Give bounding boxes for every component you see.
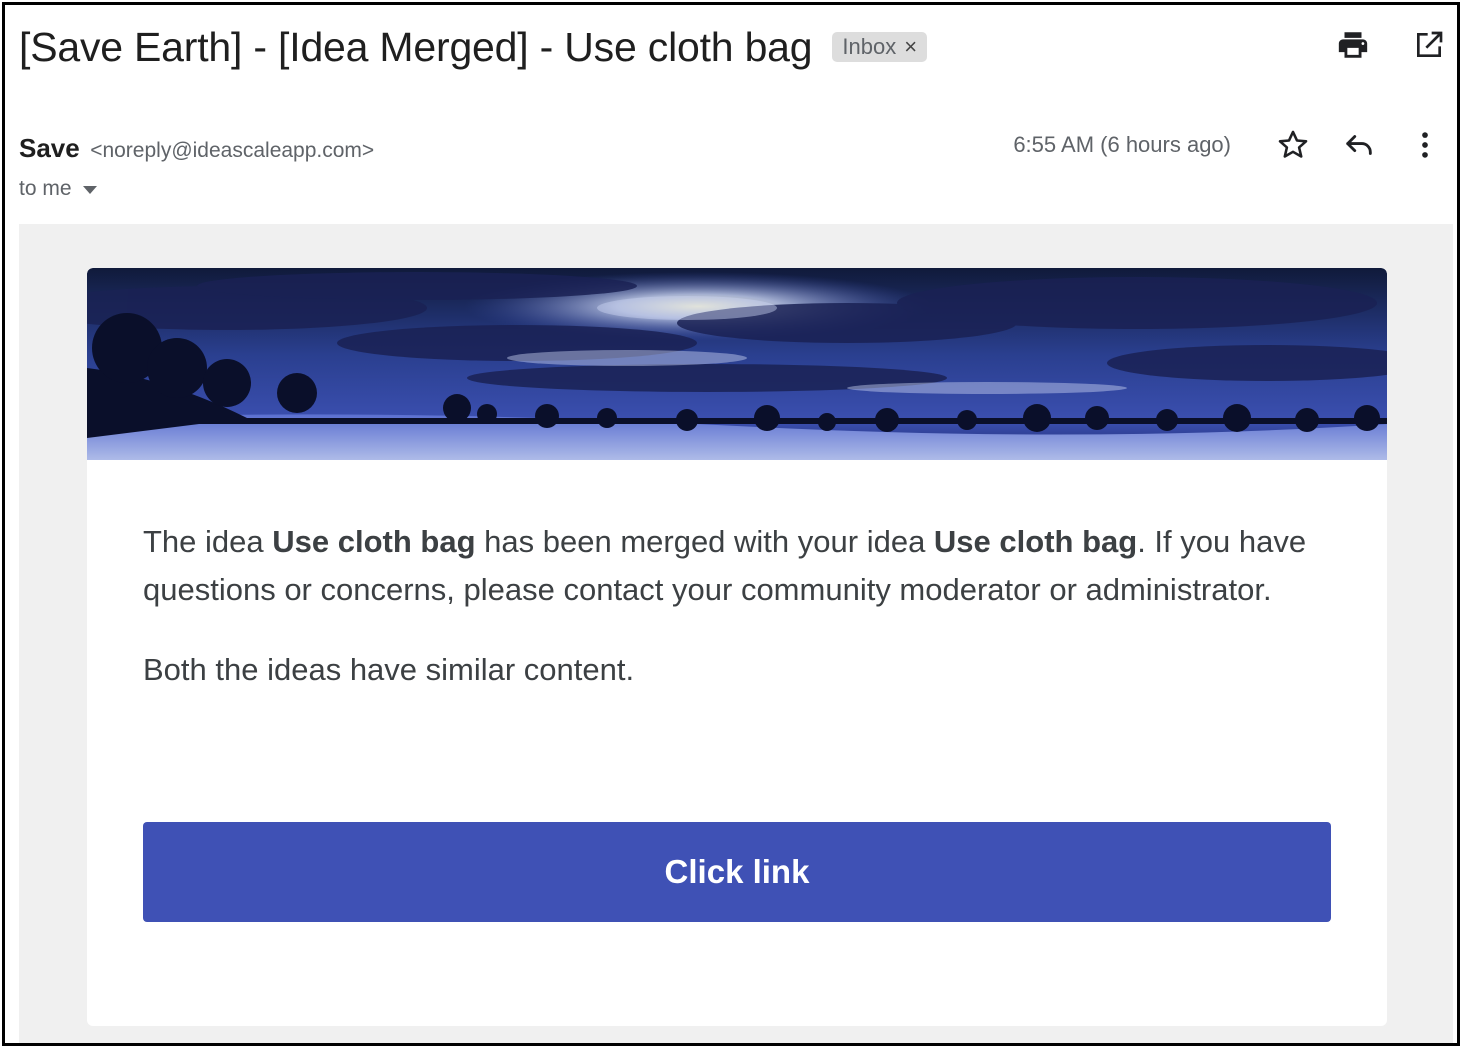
your-idea-title: Use cloth bag [933, 524, 1138, 559]
similarity-paragraph: Both the ideas have similar content. [143, 652, 635, 687]
night-landscape-illustration [87, 268, 1387, 460]
recipient-details-toggle[interactable]: to me [19, 177, 98, 201]
recipient-text: to me [19, 177, 72, 200]
subject-row: [Save Earth] - [Idea Merged] - Use cloth… [19, 17, 1443, 77]
dropdown-arrow-icon [82, 177, 98, 201]
merge-paragraph: The idea Use cloth bag has been merged w… [143, 518, 1333, 614]
sender-name[interactable]: Save [19, 133, 80, 163]
message-meta: 6:55 AM (6 hours ago) [1013, 127, 1443, 163]
more-vert-icon[interactable] [1407, 127, 1443, 163]
merged-idea-title: Use cloth bag [272, 524, 476, 559]
email-window: [Save Earth] - [Idea Merged] - Use cloth… [2, 2, 1460, 1046]
email-message: The idea Use cloth bag has been merged w… [143, 518, 1333, 694]
print-icon[interactable] [1335, 27, 1371, 63]
sender-email: <noreply@ideascaleapp.com> [90, 139, 375, 162]
open-in-new-window-icon[interactable] [1411, 27, 1447, 63]
star-icon[interactable] [1275, 127, 1311, 163]
remove-label-icon[interactable]: × [904, 36, 917, 58]
inbox-label-chip[interactable]: Inbox × [832, 32, 928, 62]
email-card: The idea Use cloth bag has been merged w… [87, 268, 1387, 1026]
timestamp: 6:55 AM (6 hours ago) [1013, 132, 1231, 157]
label-text: Inbox [842, 34, 897, 59]
banner-image [87, 268, 1387, 460]
text-fragment: has been merged with your idea [475, 524, 934, 559]
click-link-button[interactable]: Click link [143, 822, 1331, 922]
top-actions [1335, 27, 1447, 63]
reply-icon[interactable] [1341, 127, 1377, 163]
email-subject: [Save Earth] - [Idea Merged] - Use cloth… [19, 23, 813, 70]
text-fragment: The idea [143, 524, 273, 559]
